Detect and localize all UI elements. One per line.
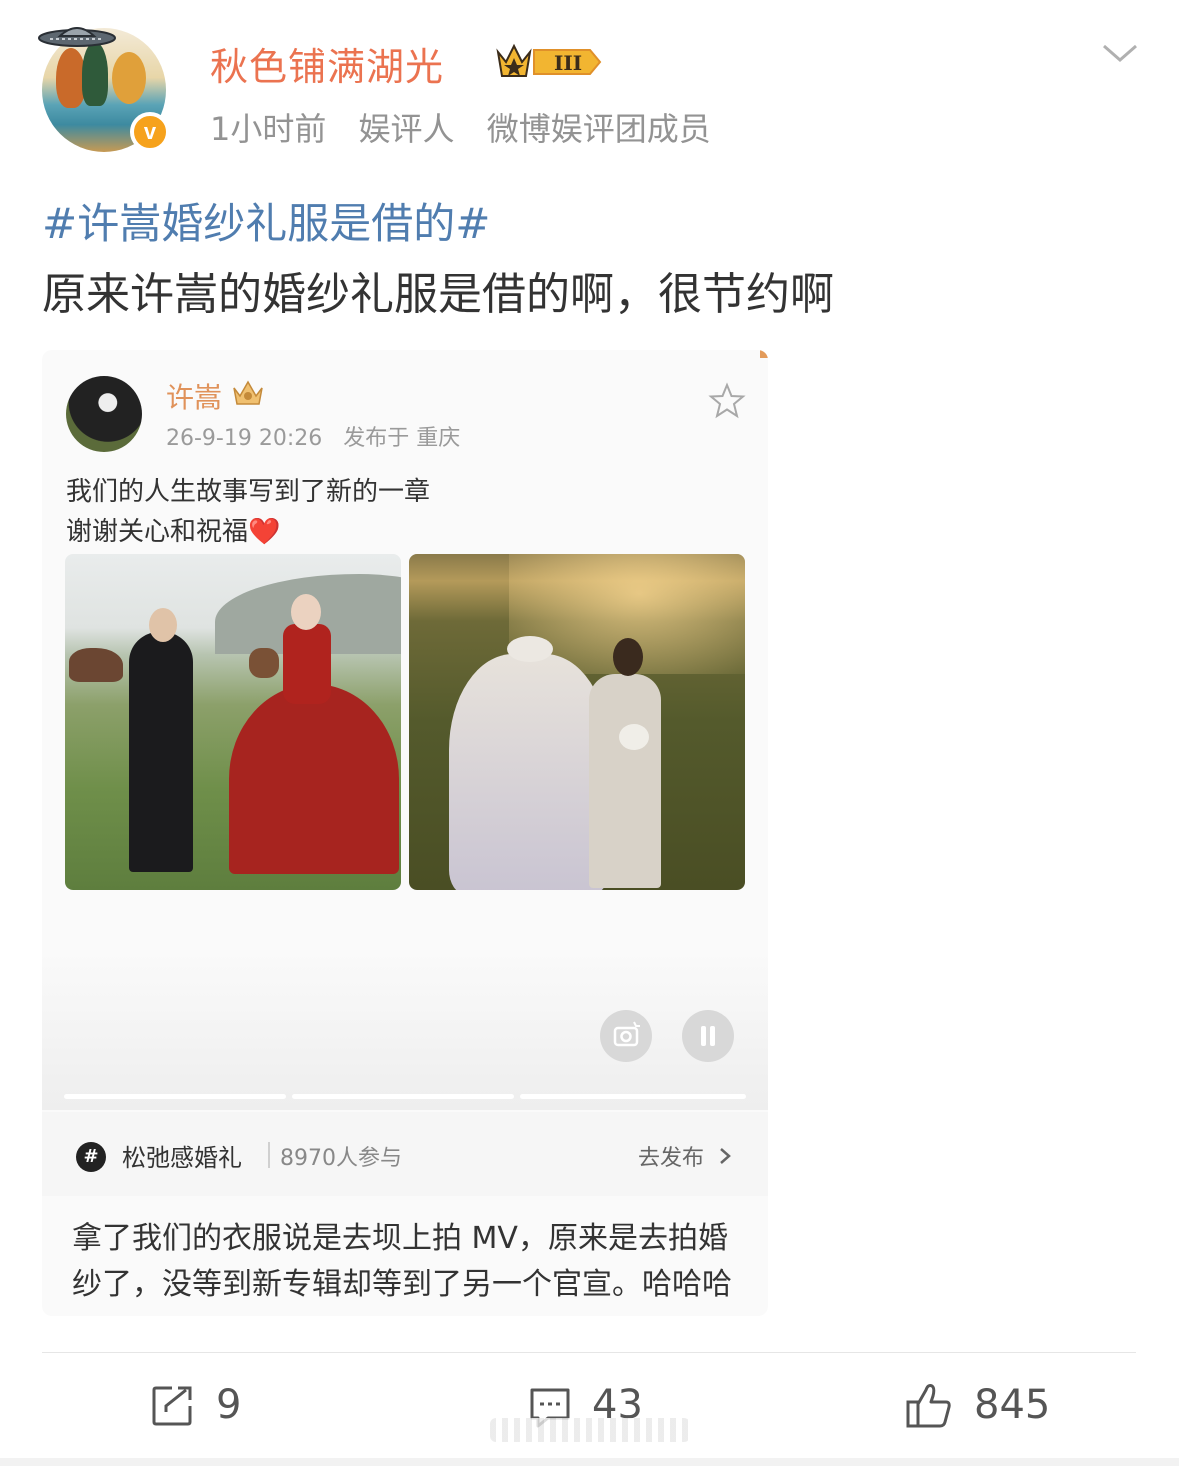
embedded-line-2: 谢谢关心和祝福❤️ [66, 517, 281, 547]
progress-segment [520, 1094, 746, 1099]
repost-count: 9 [216, 1382, 242, 1428]
author-avatar[interactable]: v [38, 22, 172, 154]
embedded-comment: 拿了我们的衣服说是去坝上拍 MV，原来是去拍婚 纱了，没等到新专辑却等到了另一个… [72, 1216, 752, 1308]
repost-icon [152, 1386, 192, 1426]
wedding-photo-red-dress [65, 554, 401, 890]
topic-go-post: 去发布 [638, 1146, 705, 1171]
progress-segment [64, 1094, 286, 1099]
topic-bar: # 松弛感婚礼 8970人参与 去发布 [42, 1112, 768, 1196]
post-time: 1小时前 [210, 110, 327, 148]
author-name[interactable]: 秋色铺满湖光 [210, 36, 444, 91]
embedded-meta: 26-9-19 20:26 发布于 重庆 [166, 420, 474, 452]
embedded-location: 发布于 重庆 [343, 426, 461, 451]
ufo-pendant-icon [38, 27, 116, 47]
home-indicator [490, 1418, 690, 1442]
hashtag-link[interactable]: #许嵩婚纱礼服是借的# [42, 190, 490, 251]
embedded-screenshot[interactable]: 许嵩 26-9-19 20:26 发布于 重庆 我们的人生故事写到了新的一章 谢… [42, 350, 768, 1316]
author-group: 微博娱评团成员 [486, 110, 711, 148]
svg-text:III: III [554, 51, 582, 75]
embedded-text: 我们的人生故事写到了新的一章 谢谢关心和祝福❤️ [66, 472, 430, 552]
wedding-photo-white-dress [409, 554, 745, 890]
progress-segment [292, 1094, 514, 1099]
live-photo-icon [600, 1010, 652, 1062]
topic-participants: 8970人参与 [280, 1146, 402, 1171]
verified-v-icon: v [130, 112, 170, 152]
pause-icon [682, 1010, 734, 1062]
post-text: 原来许嵩的婚纱礼服是借的啊，很节约啊 [42, 269, 834, 320]
topic-hash-icon: # [76, 1142, 106, 1172]
author-tag: 娱评人 [358, 110, 455, 148]
divider [268, 1142, 270, 1168]
vip-crown-icon: III [496, 43, 602, 77]
embedded-comment-line-2: 纱了，没等到新专辑却等到了另一个官宣。哈哈哈 [72, 1267, 732, 1302]
post-meta: 1小时前 娱评人 微博娱评团成员 [210, 104, 733, 150]
chevron-down-icon[interactable] [1100, 38, 1140, 68]
chevron-right-icon [720, 1148, 731, 1164]
embedded-comment-line-1: 拿了我们的衣服说是去坝上拍 MV，原来是去拍婚 [72, 1221, 728, 1256]
embedded-author-avatar [66, 376, 142, 452]
thumbs-up-icon [906, 1384, 951, 1428]
embedded-date: 26-9-19 20:26 [166, 426, 323, 451]
action-divider [42, 1352, 1136, 1353]
post-header: v 秋色铺满湖光 III 1小时前 娱评人 微博娱评团成员 [0, 0, 1179, 160]
heart-icon: ❤️ [248, 517, 281, 547]
like-count: 845 [974, 1382, 1051, 1428]
star-icon [708, 382, 746, 419]
embedded-author-name: 许嵩 [166, 381, 223, 414]
crown-icon [233, 380, 263, 405]
embedded-line-1: 我们的人生故事写到了新的一章 [66, 477, 431, 507]
topic-name: 松弛感婚礼 [122, 1144, 242, 1172]
